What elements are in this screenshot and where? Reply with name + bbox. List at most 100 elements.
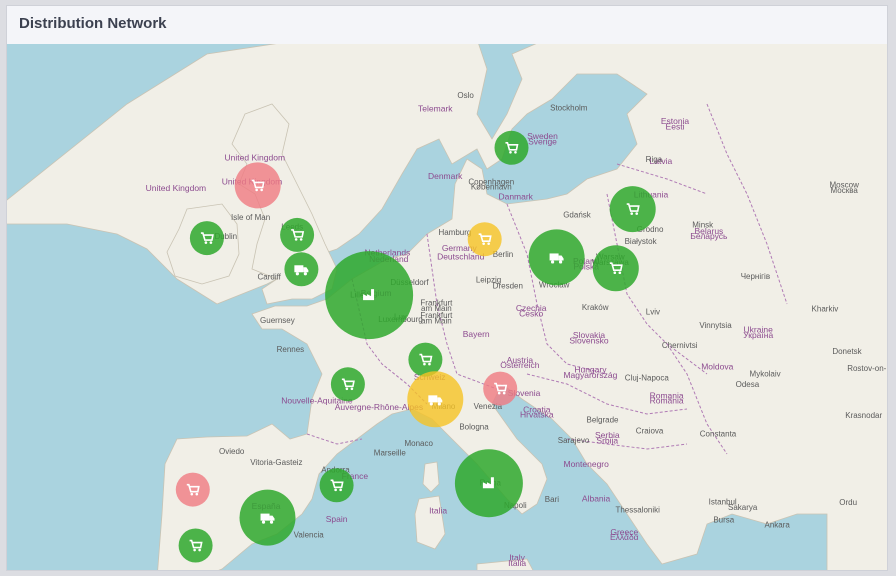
map-label: Rennes [277,345,305,354]
location-marker[interactable] [175,472,210,507]
map-label: România [650,396,684,406]
map-view[interactable]: United KingdomUnited KingdomUnited Kingd… [7,44,888,571]
map-label: Česko [519,309,543,319]
marker-circle[interactable] [494,130,529,165]
map-label: Belgrade [586,416,619,425]
map-label: Constanta [700,429,737,438]
map-label: Białystok [625,237,658,246]
map-label: Denmark [428,171,463,181]
map-label: Kharkiv [812,304,839,313]
land-sardinia [414,495,446,550]
map-label: Guernsey [260,316,295,325]
marker-circle[interactable] [609,186,656,233]
map-label: Mykolaiv [750,369,781,378]
location-marker[interactable] [494,130,529,165]
map-label: Bursa [713,515,734,524]
map-label: Craiova [636,426,664,435]
map-label: Magyarország [563,370,617,380]
location-marker[interactable] [483,371,518,406]
marker-circle[interactable] [189,221,224,256]
map-label: Gdańsk [563,211,592,220]
map-label: Чернігів [741,272,770,281]
map-label: Minsk [692,220,714,229]
map-label: Moldova [701,361,733,371]
map-label: Ελλάδα [610,532,639,542]
marker-circle[interactable] [467,222,502,257]
map-label: Slovensko [569,335,608,345]
map-label: Україна [743,330,773,340]
location-marker[interactable] [239,489,296,546]
map-label: Sakarya [728,503,758,512]
map-label: Беларусь [690,231,728,241]
location-marker[interactable] [609,186,656,233]
map-label: Eesti [666,122,685,132]
location-marker[interactable] [284,252,319,287]
map-label: Bologna [459,423,489,432]
map-label: Bari [545,495,559,504]
location-marker[interactable] [467,222,502,257]
map-label: Vitoria-Gasteiz [250,458,302,467]
map-label: Riga [646,155,663,164]
marker-circle[interactable] [178,528,213,563]
map-label: Montenegro [564,459,610,469]
map-label: Москва [831,186,859,195]
map-label: Chernivtsi [662,341,698,350]
marker-circle[interactable] [592,245,639,292]
map-label: Cluj-Napoca [625,374,670,383]
map-label: Oviedo [219,447,245,456]
panel-title: Distribution Network [19,15,167,32]
map-label: Telemark [418,103,453,113]
map-label: Ankara [765,521,791,530]
map-label: United Kingdom [225,153,285,163]
location-marker[interactable] [280,217,315,252]
map-label: am Main [421,317,452,326]
map-label: Rostov-on-Don [847,364,888,373]
map-label: Valencia [294,531,325,540]
marker-circle[interactable] [175,472,210,507]
map-label: Oslo [457,91,474,100]
map-label: Kraków [582,303,609,312]
map-label: Hrvatska [520,410,554,420]
location-marker[interactable] [325,251,414,340]
panel-header: Distribution Network [7,6,887,45]
map-label: Stockholm [550,104,588,113]
marker-circle[interactable] [454,449,523,518]
map-label: Spain [326,514,348,524]
location-marker[interactable] [330,367,365,402]
distribution-network-panel: Distribution Network United Kingdom Unit… [6,5,888,571]
map-label: Sverige [528,137,557,147]
location-marker[interactable] [454,449,523,518]
map-label: Cardiff [257,272,281,281]
location-marker[interactable] [528,229,585,286]
map-label: Odesa [736,380,760,389]
location-marker[interactable] [234,162,281,209]
map-label: Donetsk [832,347,862,356]
location-marker[interactable] [407,371,464,428]
map-label: Lviv [646,308,660,317]
location-marker[interactable] [319,468,354,503]
location-marker[interactable] [189,221,224,256]
map-label: United Kingdom [146,183,206,193]
map-label: Marseille [374,448,407,457]
map-label: Monaco [404,439,433,448]
location-marker[interactable] [178,528,213,563]
map-label: Italia [429,505,447,515]
marker-circle[interactable] [280,217,315,252]
marker-circle[interactable] [483,371,518,406]
marker-circle[interactable] [330,367,365,402]
map-label: Bayern [463,329,490,339]
map-label: Srbija [596,435,618,445]
map-label: Albania [582,494,611,504]
map-label: Vinnytsia [699,321,732,330]
location-marker[interactable] [592,245,639,292]
map-label: Sarajevo [558,436,590,445]
map-label: Österreich [500,360,539,370]
map-canvas[interactable]: United KingdomUnited KingdomUnited Kingd… [7,44,888,571]
map-label: Dresden [493,282,523,291]
map-label: Italia [508,558,526,568]
marker-circle[interactable] [234,162,281,209]
marker-circle[interactable] [319,468,354,503]
map-label: Danmark [498,191,533,201]
map-label: Thessaloniki [615,505,660,514]
map-label: Hamburg [438,228,471,237]
